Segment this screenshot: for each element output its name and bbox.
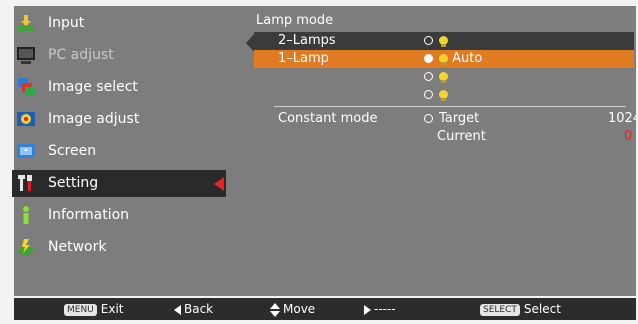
option-row-lamp-1[interactable] xyxy=(254,68,634,86)
current-value: 0 xyxy=(624,129,633,144)
network-icon xyxy=(17,239,35,256)
move-label: Move xyxy=(283,302,316,316)
option-label: 2–Lamps xyxy=(278,33,336,48)
menu-item-setting[interactable]: Setting xyxy=(12,170,226,197)
selection-arrow-icon xyxy=(214,177,224,191)
lamp-bulb-icon xyxy=(439,36,448,47)
option-row-lamp-2[interactable] xyxy=(254,86,634,104)
option-row-constant-mode[interactable]: Constant mode Target 1024 xyxy=(254,110,638,128)
next-label: ----- xyxy=(374,302,396,316)
menu-key-icon: MENU xyxy=(64,303,97,316)
lamp-bulb-icon xyxy=(439,54,448,65)
image-select-icon xyxy=(18,78,35,96)
menu-item-screen[interactable]: Screen xyxy=(14,138,236,165)
option-radio-group xyxy=(424,86,448,104)
radio-icon[interactable] xyxy=(424,90,433,99)
up-arrow-icon xyxy=(270,302,280,309)
radio-icon[interactable] xyxy=(424,36,433,45)
radio-selected-icon[interactable] xyxy=(424,54,433,63)
menu-item-network[interactable]: Network xyxy=(14,234,236,261)
next-hint: ----- xyxy=(364,298,396,320)
menu-item-pc-adjust[interactable]: PC adjust xyxy=(14,42,236,69)
menu-item-label: Input xyxy=(48,15,85,31)
target-value: 1024 xyxy=(608,111,638,126)
back-hint[interactable]: Back xyxy=(174,298,213,320)
menu-item-label: Screen xyxy=(48,143,97,159)
menu-item-label: Image select xyxy=(48,79,138,95)
exit-label: Exit xyxy=(100,302,124,316)
bottom-help-bar: MENU Exit Back Move ----- SELECT Select xyxy=(14,298,636,320)
select-key-icon: SELECT xyxy=(480,303,520,316)
menu-item-label: Information xyxy=(48,207,130,223)
menu-item-image-adjust[interactable]: Image adjust xyxy=(14,106,236,133)
option-row-current: Current 0 xyxy=(254,128,634,146)
menu-item-label: Setting xyxy=(48,175,99,191)
menu-item-label: PC adjust xyxy=(48,47,114,63)
option-row-1-lamp[interactable]: 1–Lamp Auto xyxy=(254,50,634,68)
menu-item-input[interactable]: Input xyxy=(14,10,236,37)
left-arrow-icon xyxy=(174,304,181,315)
move-hint[interactable]: Move xyxy=(270,298,315,320)
menu-item-label: Network xyxy=(48,239,107,255)
image-adjust-icon xyxy=(17,112,35,126)
radio-icon[interactable] xyxy=(424,114,433,123)
pc-adjust-icon xyxy=(17,47,35,64)
target-label: Target xyxy=(439,111,480,126)
option-radio-group xyxy=(424,32,448,50)
option-radio-group: Target xyxy=(424,110,479,128)
option-row-2-lamps[interactable]: 2–Lamps xyxy=(254,32,634,50)
osd-screen: Input PC adjust Image select Image adjus… xyxy=(12,6,638,296)
right-arrow-icon xyxy=(364,304,371,315)
menu-item-information[interactable]: Information xyxy=(14,202,236,229)
down-arrow-icon xyxy=(270,310,280,317)
current-label: Current xyxy=(437,129,486,144)
lamp-mode-panel: Lamp mode 2–Lamps 1–Lamp Auto Constant m… xyxy=(246,10,638,292)
select-label: Select xyxy=(523,302,561,316)
radio-icon[interactable] xyxy=(424,72,433,81)
select-hint[interactable]: SELECT Select xyxy=(480,298,561,320)
divider xyxy=(274,106,626,107)
menu-item-label: Image adjust xyxy=(48,111,140,127)
information-icon xyxy=(23,206,29,224)
option-radio-group: Auto xyxy=(424,50,482,68)
option-label: 1–Lamp xyxy=(278,51,329,66)
lamp-1-icon xyxy=(439,72,448,83)
exit-hint[interactable]: MENU Exit xyxy=(64,298,124,320)
option-value: Auto xyxy=(452,51,483,66)
setting-icon xyxy=(18,175,32,191)
panel-title: Lamp mode xyxy=(256,13,334,28)
screen-icon xyxy=(17,144,35,158)
input-icon xyxy=(18,15,34,31)
option-label: Constant mode xyxy=(278,111,378,126)
option-radio-group xyxy=(424,68,448,86)
menu-item-image-select[interactable]: Image select xyxy=(14,74,236,101)
frame: Input PC adjust Image select Image adjus… xyxy=(0,0,638,324)
back-label: Back xyxy=(184,302,214,316)
lamp-2-icon xyxy=(439,90,448,101)
